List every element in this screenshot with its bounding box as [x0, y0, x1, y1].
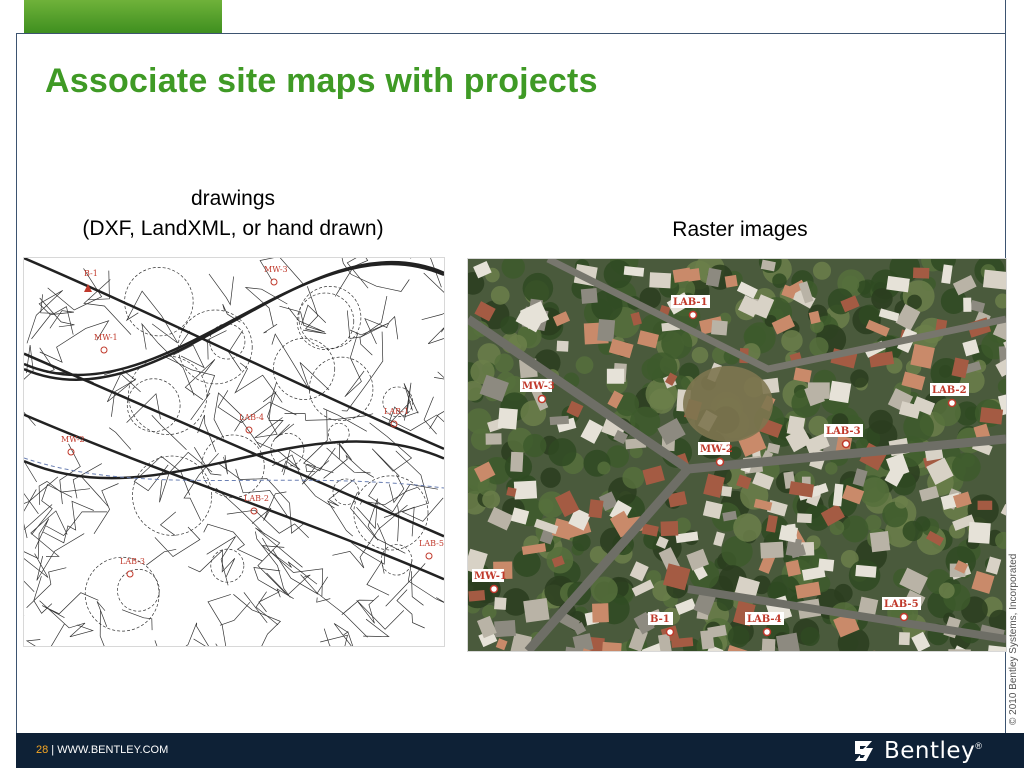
drawing-marker: LAB-3: [120, 557, 145, 578]
svg-text:MW-2: MW-2: [61, 435, 85, 444]
site-drawing-canvas: B-1 MW-3 MW-1 LAB-1 LAB-4 MW-2 LAB-2 LAB-5 LAB-3: [24, 258, 444, 646]
svg-text:B-1: B-1: [84, 269, 98, 278]
header-accent-tab: [24, 0, 222, 33]
svg-text:LAB-1: LAB-1: [673, 297, 708, 308]
svg-text:LAB-4: LAB-4: [747, 614, 782, 625]
svg-text:MW-3: MW-3: [264, 265, 288, 274]
svg-text:LAB-2: LAB-2: [932, 385, 967, 396]
drawing-marker: MW-3: [264, 265, 288, 286]
aerial-image: LAB-1 MW-3 LAB-2 LAB-3 MW-2 MW-1 B-1 LAB-4 LAB-5: [467, 258, 1007, 652]
drawings-caption-line2: (DXF, LandXML, or hand drawn): [82, 217, 384, 240]
svg-text:LAB-5: LAB-5: [884, 599, 919, 610]
svg-text:MW-1: MW-1: [94, 333, 118, 342]
copyright-notice: © 2010 Bentley Systems, Incorporated: [1008, 553, 1019, 725]
footer-separator: |: [48, 744, 58, 756]
footer-text: 28 | WWW.BENTLEY.COM: [36, 744, 168, 756]
svg-text:LAB-4: LAB-4: [239, 413, 264, 422]
slide-title: Associate site maps with projects: [45, 62, 598, 100]
drawing-marker: MW-1: [94, 333, 118, 354]
bentley-logo-text: Bentley: [884, 738, 976, 764]
svg-text:MW-3: MW-3: [522, 381, 555, 392]
registered-mark: ®: [975, 741, 982, 751]
left-border: [16, 33, 17, 733]
drawings-caption-line1: drawings: [190, 187, 276, 210]
drawing-marker: LAB-4: [239, 413, 264, 434]
aerial-image-canvas: LAB-1 MW-3 LAB-2 LAB-3 MW-2 MW-1 B-1 LAB-4 LAB-5: [468, 259, 1006, 651]
drawings-caption: drawings (DXF, LandXML, or hand drawn): [28, 184, 438, 244]
svg-text:MW-1: MW-1: [474, 571, 507, 582]
svg-text:MW-2: MW-2: [700, 444, 733, 455]
bentley-logo: Bentley ®: [852, 737, 1002, 765]
svg-text:LAB-1: LAB-1: [384, 407, 409, 416]
raster-caption: Raster images: [672, 218, 808, 241]
bentley-logo-icon: [855, 741, 873, 761]
svg-text:LAB-3: LAB-3: [120, 557, 145, 566]
drawing-marker: LAB-5: [419, 539, 444, 560]
site-drawing: B-1 MW-3 MW-1 LAB-1 LAB-4 MW-2 LAB-2 LAB-5 LAB-3: [23, 257, 445, 647]
header-divider: [16, 33, 1006, 34]
svg-text:LAB-3: LAB-3: [826, 426, 861, 437]
svg-text:B-1: B-1: [650, 614, 670, 625]
svg-text:LAB-2: LAB-2: [244, 494, 269, 503]
footer-website-link[interactable]: WWW.BENTLEY.COM: [57, 744, 168, 756]
page-number: 28: [36, 744, 49, 756]
svg-text:LAB-5: LAB-5: [419, 539, 444, 548]
